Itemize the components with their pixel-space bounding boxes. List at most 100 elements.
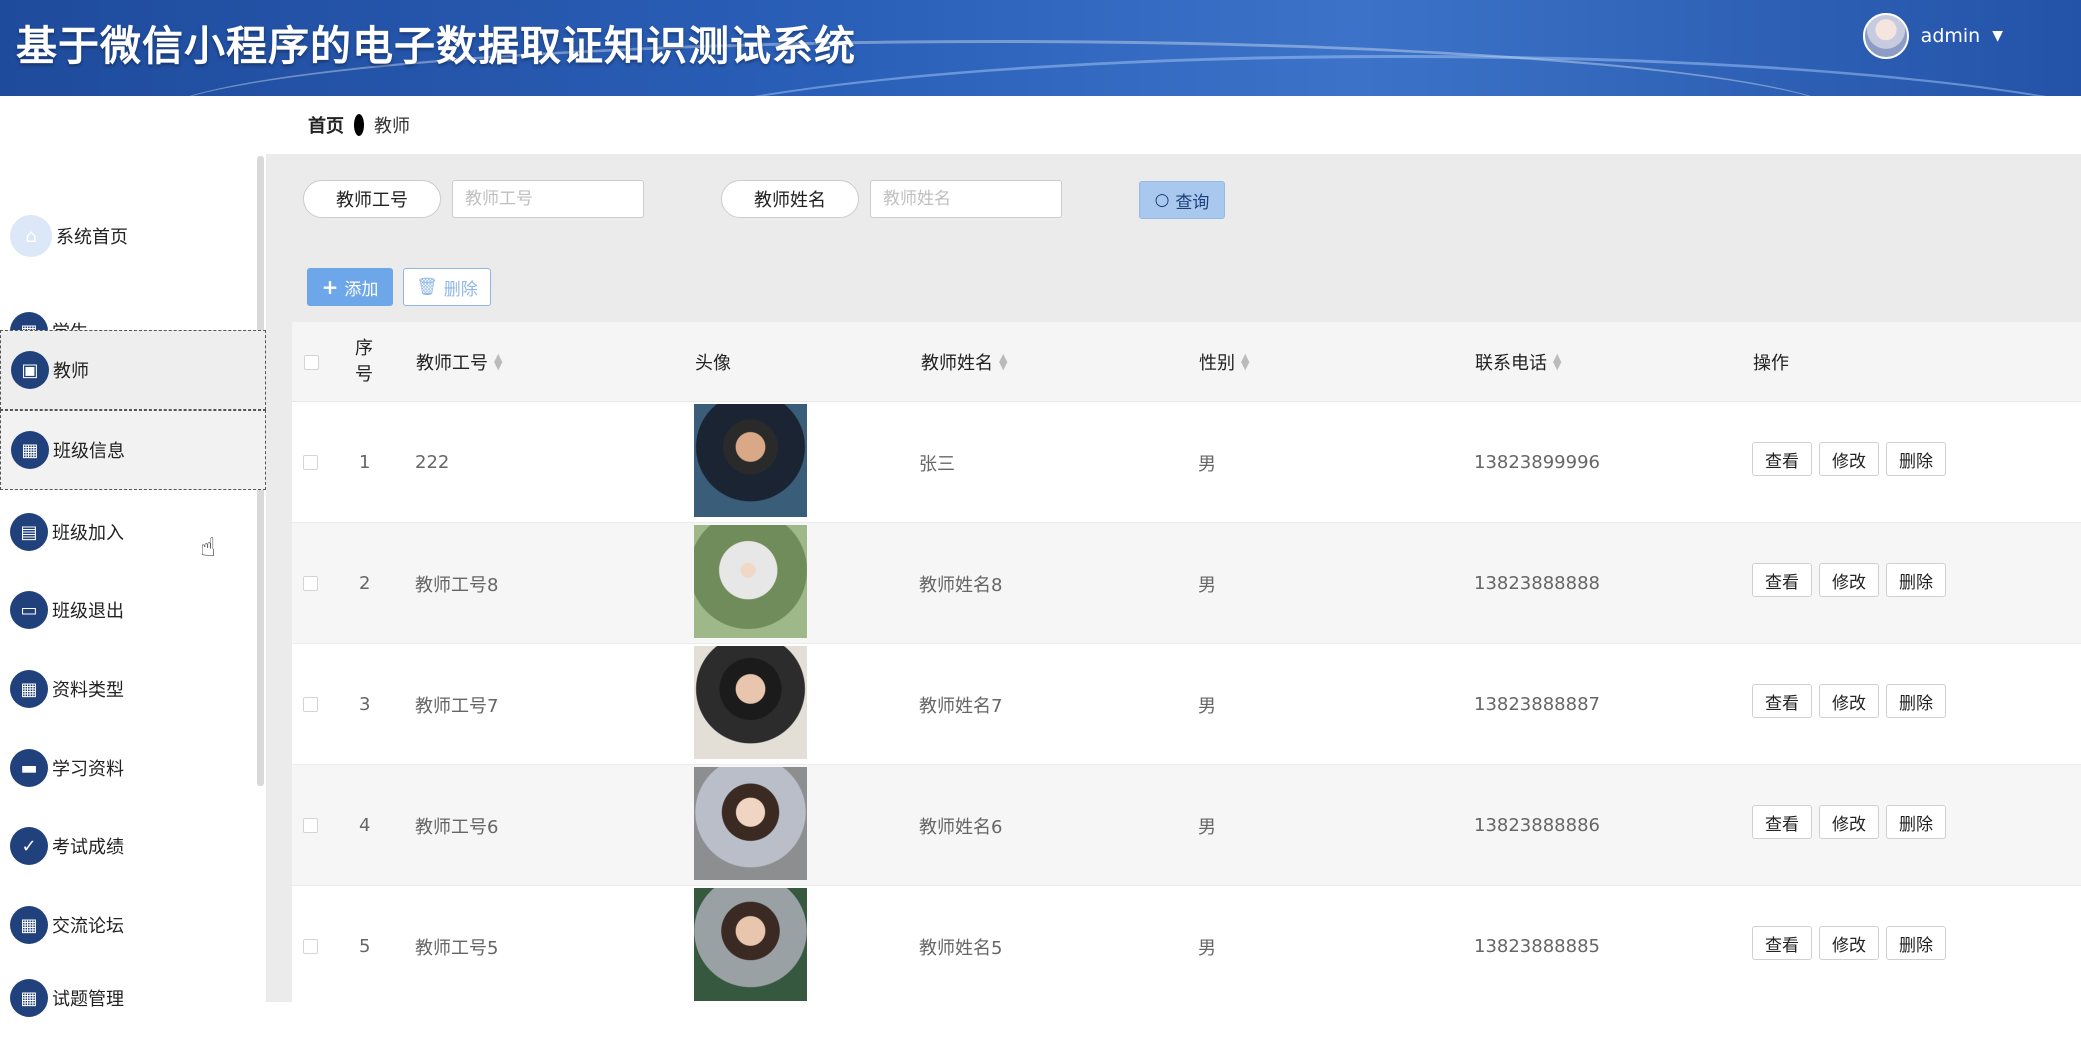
cell-gender: 男: [1198, 816, 1216, 838]
cell-seq: 3: [359, 694, 371, 715]
delete-button[interactable]: 删除: [1886, 563, 1946, 597]
column-header-teacher-id[interactable]: 教师工号 ▲ ▼: [416, 322, 502, 402]
breadcrumb-current: 教师: [374, 116, 410, 137]
sidebar-item-material-types[interactable]: ▦ 资料类型: [0, 649, 266, 729]
sidebar-item-class-info[interactable]: ▦ 班级信息: [0, 410, 266, 490]
query-button[interactable]: ○ 查询: [1139, 181, 1225, 219]
column-header-label: 教师姓名: [921, 353, 993, 374]
sidebar-item-forum[interactable]: ▦ 交流论坛: [0, 885, 266, 965]
column-header-phone[interactable]: 联系电话 ▲ ▼: [1475, 322, 1561, 402]
teacher-avatar-image: [694, 767, 807, 880]
view-button[interactable]: 查看: [1752, 563, 1812, 597]
edit-button[interactable]: 修改: [1819, 442, 1879, 476]
row-checkbox-cell: [303, 402, 318, 523]
view-button[interactable]: 查看: [1752, 684, 1812, 718]
sort-icon[interactable]: ▲ ▼: [1553, 352, 1561, 371]
add-button-label: 添加: [344, 279, 379, 300]
teacher-table: 序 号 教师工号 ▲▼ 头像 教师姓名 ▲▼ 性别 ▲▼ 联系电话 ▲▼: [292, 322, 2081, 1002]
sidebar-item-class-join[interactable]: ▤ 班级加入: [0, 492, 266, 572]
teacher-id-search-input[interactable]: [452, 180, 644, 218]
app-title: 基于微信小程序的电子数据取证知识测试系统: [16, 22, 856, 70]
add-button[interactable]: + 添加: [307, 268, 393, 306]
cell-gender: 男: [1198, 695, 1216, 717]
row-checkbox[interactable]: [303, 818, 318, 833]
sidebar-item-teachers[interactable]: ▣ 教师: [0, 330, 266, 410]
cell-teacher-name: 教师姓名8: [919, 574, 1003, 596]
teacher-id-search-label: 教师工号: [303, 180, 441, 218]
cell-seq: 1: [359, 452, 371, 473]
sort-icon[interactable]: ▲ ▼: [1241, 352, 1249, 371]
briefcase-icon: ▣: [11, 351, 49, 389]
user-menu[interactable]: admin ▼: [1862, 12, 2003, 60]
row-checkbox[interactable]: [303, 697, 318, 712]
view-button[interactable]: 查看: [1752, 805, 1812, 839]
clipboard-icon: ▤: [10, 513, 48, 551]
delete-button[interactable]: 删除: [1886, 442, 1946, 476]
cell-phone: 13823888885: [1474, 936, 1600, 957]
row-checkbox[interactable]: [303, 939, 318, 954]
column-header-teacher-name[interactable]: 教师姓名 ▲ ▼: [921, 322, 1007, 402]
breadcrumb-separator-icon: [354, 114, 364, 136]
sidebar-item-label: 学习资料: [52, 759, 124, 780]
grid-icon: ▦: [10, 906, 48, 944]
delete-button[interactable]: 删除: [1886, 684, 1946, 718]
column-header-gender[interactable]: 性别 ▲ ▼: [1199, 322, 1249, 402]
edit-button[interactable]: 修改: [1819, 805, 1879, 839]
seq-header-line2: 号: [355, 364, 373, 385]
cell-gender: 男: [1198, 574, 1216, 596]
row-checkbox[interactable]: [303, 576, 318, 591]
sort-icon[interactable]: ▲ ▼: [494, 352, 502, 371]
cell-teacher-name: 教师姓名5: [919, 937, 1003, 959]
query-button-label: 查询: [1175, 192, 1210, 213]
teacher-avatar-image: [694, 646, 807, 759]
column-header-label: 操作: [1753, 353, 1789, 374]
teacher-name-search-label: 教师姓名: [721, 180, 859, 218]
row-checkbox-cell: [303, 765, 318, 886]
sidebar: ⌂ 系统首页 ▦ 学生 ▣ 教师 ▦ 班级信息 ▤ 班级加入 ▭ 班级退出 ▦ …: [0, 96, 266, 1017]
view-button[interactable]: 查看: [1752, 926, 1812, 960]
sidebar-item-label: 教师: [53, 361, 89, 382]
delete-button[interactable]: 删除: [1886, 926, 1946, 960]
sort-icon[interactable]: ▲ ▼: [999, 352, 1007, 371]
batch-delete-button[interactable]: 🗑 删除: [403, 268, 491, 306]
plus-icon: +: [321, 275, 339, 299]
edit-button[interactable]: 修改: [1819, 684, 1879, 718]
sidebar-item-label: 考试成绩: [52, 837, 124, 858]
sidebar-item-class-exit[interactable]: ▭ 班级退出: [0, 570, 266, 650]
sidebar-item-exam-scores[interactable]: ✓ 考试成绩: [0, 806, 266, 886]
edit-button[interactable]: 修改: [1819, 926, 1879, 960]
app-header: 基于微信小程序的电子数据取证知识测试系统 admin ▼: [0, 0, 2081, 96]
row-checkbox-cell: [303, 523, 318, 644]
edit-button[interactable]: 修改: [1819, 563, 1879, 597]
breadcrumb-home[interactable]: 首页: [308, 112, 344, 138]
sidebar-item-home[interactable]: ⌂ 系统首页: [0, 196, 266, 276]
avatar[interactable]: [1862, 13, 1909, 59]
cell-teacher-id: 教师工号5: [415, 937, 499, 959]
username[interactable]: admin: [1921, 25, 1981, 47]
sidebar-item-study-materials[interactable]: ▬ 学习资料: [0, 728, 266, 808]
sidebar-item-label: 系统首页: [56, 227, 128, 248]
sidebar-item-label: 交流论坛: [52, 916, 124, 937]
row-checkbox[interactable]: [303, 455, 318, 470]
cell-phone: 13823888887: [1474, 694, 1600, 715]
main-content: 教师工号 教师姓名 ○ 查询 + 添加 🗑 删除 序 号 教师工号 ▲▼: [266, 154, 2081, 1002]
cell-teacher-id: 教师工号8: [415, 574, 499, 596]
cell-phone: 13823888886: [1474, 815, 1600, 836]
sidebar-item-label: 班级信息: [53, 441, 125, 462]
cell-gender: 男: [1198, 937, 1216, 959]
view-button[interactable]: 查看: [1752, 442, 1812, 476]
teacher-name-search-input[interactable]: [870, 180, 1062, 218]
row-checkbox-cell: [303, 886, 318, 1002]
delete-button-label: 删除: [443, 279, 478, 300]
select-all-checkbox[interactable]: [304, 354, 319, 370]
cell-teacher-id: 教师工号7: [415, 695, 499, 717]
table-row: 5 教师工号5 教师姓名5 男 13823888885 查看 修改 删除: [292, 886, 2081, 1002]
chevron-down-icon[interactable]: ▼: [1992, 28, 2003, 44]
cell-seq: 2: [359, 573, 371, 594]
grid-icon: ▦: [11, 431, 49, 469]
delete-button[interactable]: 删除: [1886, 805, 1946, 839]
teacher-avatar-image: [694, 888, 807, 1001]
row-checkbox-cell: [303, 644, 318, 765]
sidebar-item-question-management[interactable]: ▦ 试题管理: [0, 958, 266, 1038]
column-header-label: 头像: [695, 353, 731, 374]
